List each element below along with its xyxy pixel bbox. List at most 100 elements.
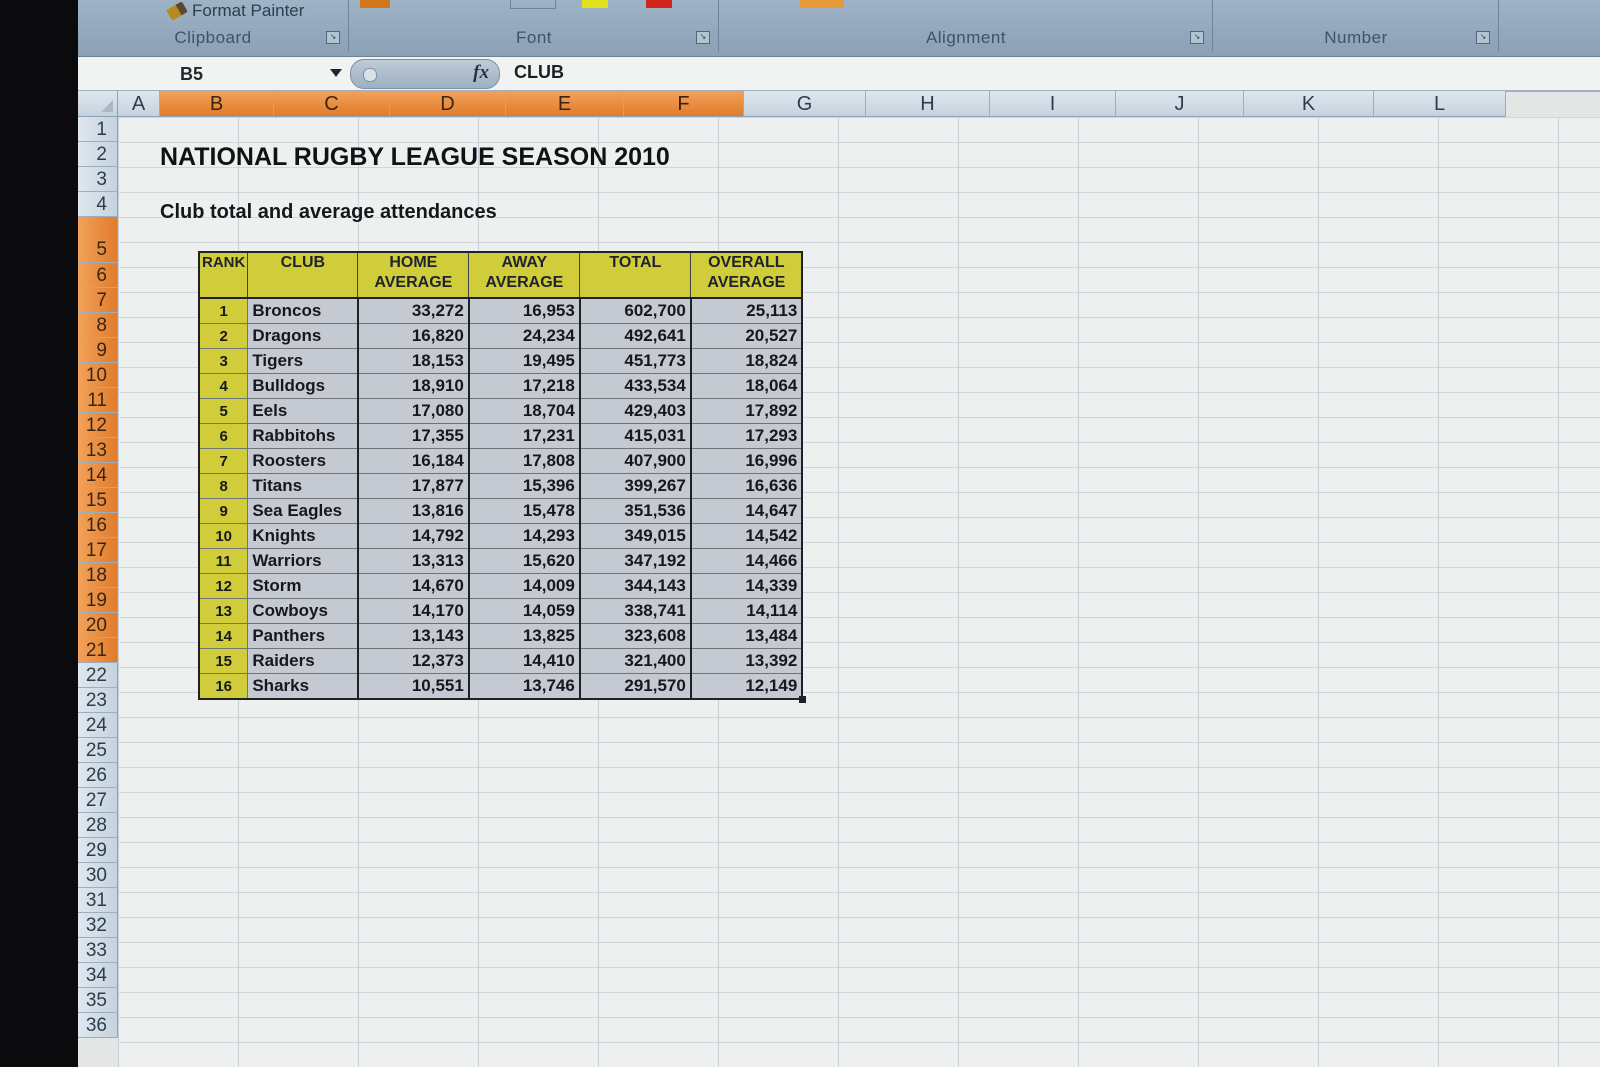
home-cell[interactable]: 14,670	[357, 573, 470, 599]
rank-cell[interactable]: 4	[198, 373, 249, 399]
away-cell[interactable]: 15,396	[468, 473, 581, 499]
overall-cell[interactable]: 16,636	[690, 473, 804, 499]
home-cell[interactable]: 14,170	[357, 598, 470, 624]
column-header-j[interactable]: J	[1116, 91, 1244, 117]
away-cell[interactable]: 15,478	[468, 498, 581, 524]
rank-cell[interactable]: 12	[198, 573, 249, 599]
rank-cell[interactable]: 9	[198, 498, 249, 524]
column-header-a[interactable]: A	[118, 91, 160, 117]
row-header-3[interactable]: 3	[78, 167, 118, 192]
row-header-15[interactable]: 15	[78, 488, 118, 513]
overall-cell[interactable]: 12,149	[690, 673, 804, 700]
home-cell[interactable]: 13,313	[357, 548, 470, 574]
column-header-l[interactable]: L	[1374, 91, 1506, 117]
club-header[interactable]: CLUB	[247, 251, 359, 299]
bold-button[interactable]	[360, 0, 390, 8]
club-cell[interactable]: Tigers	[247, 348, 359, 374]
row-header-23[interactable]: 23	[78, 688, 118, 713]
home-cell[interactable]: 12,373	[357, 648, 470, 674]
away-cell[interactable]: 16,953	[468, 297, 581, 324]
club-cell[interactable]: Dragons	[247, 323, 359, 349]
rank-cell[interactable]: 1	[198, 297, 249, 324]
away-cell[interactable]: 17,808	[468, 448, 581, 474]
row-header-26[interactable]: 26	[78, 763, 118, 788]
total-cell[interactable]: 349,015	[579, 523, 692, 549]
column-header-c[interactable]: C	[274, 91, 390, 117]
splitter-handle[interactable]	[363, 68, 377, 82]
column-header-f[interactable]: F	[624, 91, 744, 117]
column-header-b[interactable]: B	[160, 91, 274, 117]
away-cell[interactable]: 19,495	[468, 348, 581, 374]
row-header-24[interactable]: 24	[78, 713, 118, 738]
row-header-17[interactable]: 17	[78, 538, 118, 563]
rank-cell[interactable]: 5	[198, 398, 249, 424]
total-cell[interactable]: 344,143	[579, 573, 692, 599]
away-cell[interactable]: 14,009	[468, 573, 581, 599]
club-cell[interactable]: Cowboys	[247, 598, 359, 624]
row-header-19[interactable]: 19	[78, 588, 118, 613]
sheet-title-cell[interactable]: NATIONAL RUGBY LEAGUE SEASON 2010	[160, 143, 670, 172]
number-launcher-icon[interactable]: ↘	[1476, 31, 1490, 44]
overall-cell[interactable]: 14,114	[690, 598, 804, 624]
total-cell[interactable]: 399,267	[579, 473, 692, 499]
total-cell[interactable]: 338,741	[579, 598, 692, 624]
club-cell[interactable]: Knights	[247, 523, 359, 549]
home-cell[interactable]: 16,184	[357, 448, 470, 474]
row-header-2[interactable]: 2	[78, 142, 118, 167]
rank-cell[interactable]: 2	[198, 323, 249, 349]
row-header-7[interactable]: 7	[78, 288, 118, 313]
row-header-4[interactable]: 4	[78, 192, 118, 217]
away-cell[interactable]: 18,704	[468, 398, 581, 424]
club-cell[interactable]: Titans	[247, 473, 359, 499]
row-header-11[interactable]: 11	[78, 388, 118, 413]
row-header-13[interactable]: 13	[78, 438, 118, 463]
overall-cell[interactable]: 14,647	[690, 498, 804, 524]
row-header-10[interactable]: 10	[78, 363, 118, 388]
overall-cell[interactable]: 17,293	[690, 423, 804, 449]
rank-cell[interactable]: 14	[198, 623, 249, 649]
total-cell[interactable]: 347,192	[579, 548, 692, 574]
sheet-subtitle-cell[interactable]: Club total and average attendances	[160, 201, 497, 224]
club-cell[interactable]: Raiders	[247, 648, 359, 674]
border-button[interactable]	[510, 0, 556, 9]
home-cell[interactable]: 17,080	[357, 398, 470, 424]
total-header[interactable]: TOTAL	[579, 251, 692, 299]
column-header-i[interactable]: I	[990, 91, 1116, 117]
away-cell[interactable]: 14,410	[468, 648, 581, 674]
club-cell[interactable]: Rabbitohs	[247, 423, 359, 449]
home-cell[interactable]: 17,877	[357, 473, 470, 499]
home-cell[interactable]: 14,792	[357, 523, 470, 549]
wrap-text-button[interactable]	[800, 0, 844, 8]
overall-cell[interactable]: 14,466	[690, 548, 804, 574]
rank-cell[interactable]: 6	[198, 423, 249, 449]
insert-function-icon[interactable]: fx	[473, 62, 489, 84]
away-average-header[interactable]: AWAY AVERAGE	[468, 251, 581, 299]
row-header-8[interactable]: 8	[78, 313, 118, 338]
row-header-27[interactable]: 27	[78, 788, 118, 813]
row-header-22[interactable]: 22	[78, 663, 118, 688]
row-header-31[interactable]: 31	[78, 888, 118, 913]
select-all-button[interactable]	[78, 91, 118, 117]
format-painter-button[interactable]: Format Painter	[166, 0, 304, 22]
home-cell[interactable]: 16,820	[357, 323, 470, 349]
club-cell[interactable]: Eels	[247, 398, 359, 424]
home-average-header[interactable]: HOME AVERAGE	[357, 251, 470, 299]
row-header-1[interactable]: 1	[78, 117, 118, 142]
row-header-12[interactable]: 12	[78, 413, 118, 438]
rank-cell[interactable]: 15	[198, 648, 249, 674]
club-cell[interactable]: Panthers	[247, 623, 359, 649]
alignment-launcher-icon[interactable]: ↘	[1190, 31, 1204, 44]
overall-cell[interactable]: 13,392	[690, 648, 804, 674]
font-color-button[interactable]	[646, 0, 672, 8]
rank-cell[interactable]: 3	[198, 348, 249, 374]
row-header-18[interactable]: 18	[78, 563, 118, 588]
overall-cell[interactable]: 20,527	[690, 323, 804, 349]
club-cell[interactable]: Sharks	[247, 673, 359, 700]
row-header-25[interactable]: 25	[78, 738, 118, 763]
away-cell[interactable]: 24,234	[468, 323, 581, 349]
overall-cell[interactable]: 16,996	[690, 448, 804, 474]
total-cell[interactable]: 415,031	[579, 423, 692, 449]
rank-header[interactable]: RANK	[198, 251, 249, 299]
total-cell[interactable]: 407,900	[579, 448, 692, 474]
home-cell[interactable]: 33,272	[357, 297, 470, 324]
